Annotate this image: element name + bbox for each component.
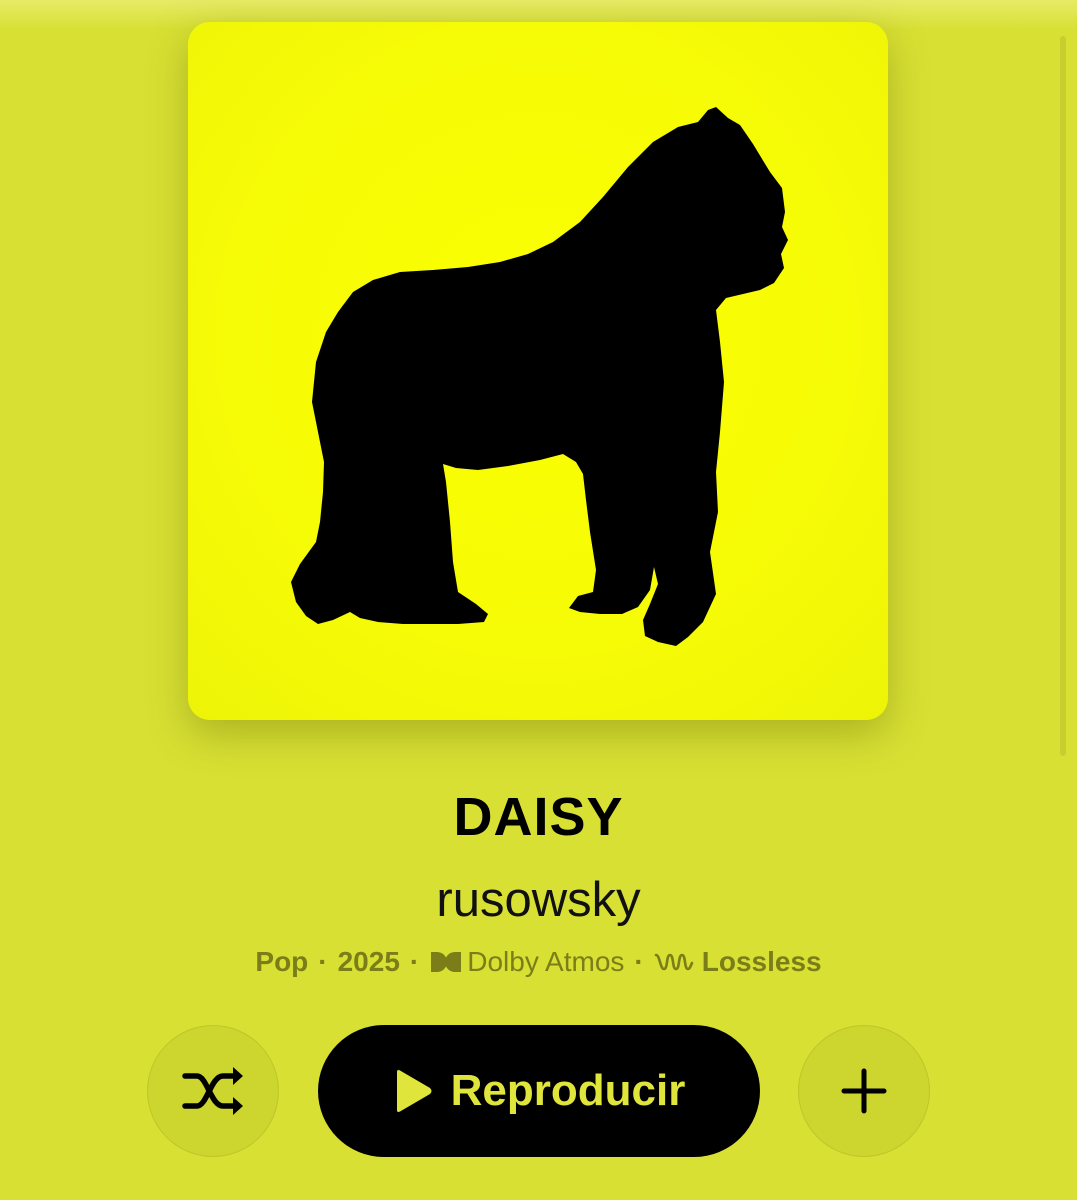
album-artwork[interactable] [188, 22, 888, 720]
plus-icon [841, 1068, 887, 1114]
dolby-badge[interactable]: Dolby Atmos [429, 946, 624, 978]
lossless-icon [654, 951, 694, 973]
lossless-badge[interactable]: Lossless [654, 946, 822, 978]
separator-dot: · [409, 946, 420, 977]
shuffle-icon [182, 1067, 243, 1115]
dolby-icon [429, 951, 463, 973]
play-button[interactable]: Reproducir [318, 1025, 760, 1157]
add-button[interactable] [798, 1025, 930, 1157]
scrollbar[interactable] [1060, 36, 1066, 756]
lossless-label: Lossless [701, 946, 822, 977]
separator-dot: · [318, 946, 328, 977]
play-label: Reproducir [450, 1066, 686, 1115]
separator-dot: · [634, 946, 644, 977]
album-metadata: Pop · 2025 · Dolby Atmos · Lossless [0, 946, 1077, 978]
album-title: DAISY [453, 787, 624, 847]
gorilla-silhouette [291, 107, 788, 646]
shuffle-button[interactable] [147, 1025, 279, 1157]
dolby-label: Dolby Atmos [467, 946, 625, 977]
year-label: 2025 [337, 946, 400, 977]
play-icon [396, 1070, 432, 1112]
genre-label: Pop [255, 946, 309, 977]
artist-link[interactable]: rusowsky [0, 872, 1077, 928]
